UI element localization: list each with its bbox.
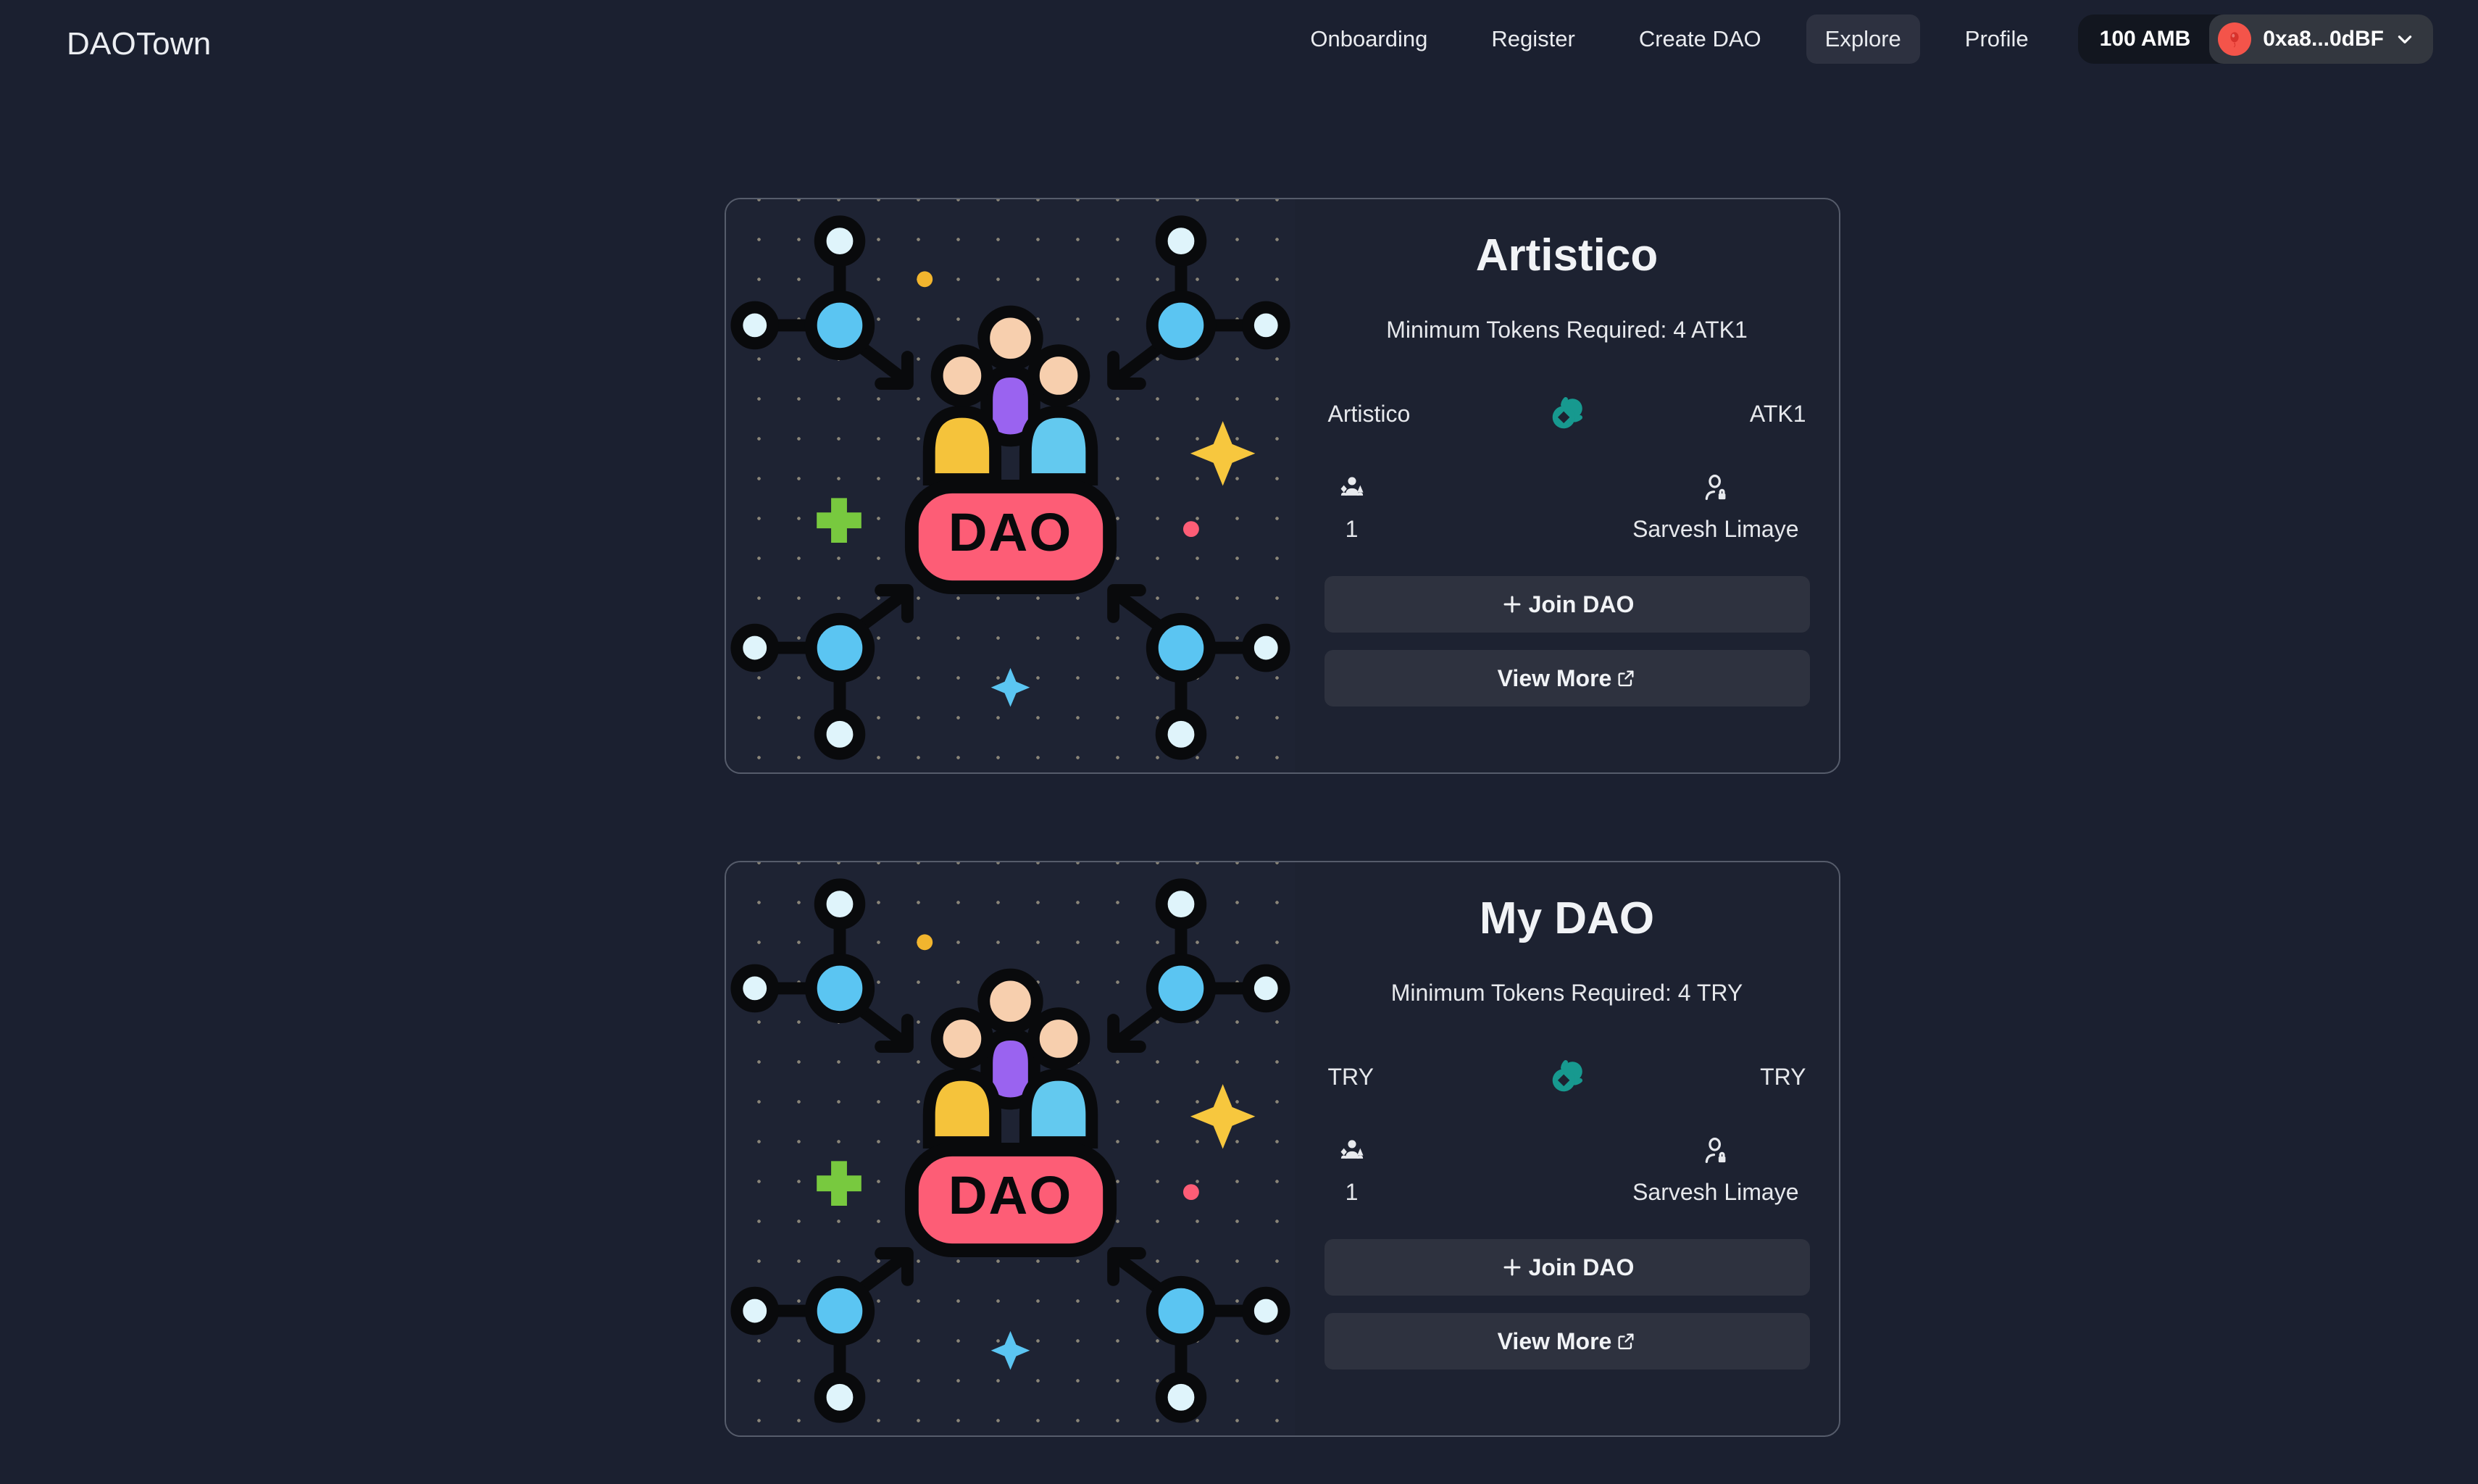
dao-token-name: Artistico — [1327, 400, 1411, 427]
coins-icon — [1546, 1056, 1588, 1098]
dao-min-tokens: Minimum Tokens Required: 4 TRY — [1390, 980, 1743, 1006]
dao-owner-stat: Sarvesh Limaye — [1632, 472, 1799, 543]
dao-card[interactable]: DAO My DAO Minimum Tokens Required: 4 TR… — [725, 861, 1840, 1437]
users-group-icon — [1335, 472, 1369, 506]
dao-owner-stat: Sarvesh Limaye — [1632, 1135, 1799, 1206]
dao-token-row: TRY TRY — [1328, 1056, 1806, 1098]
dao-title: My DAO — [1479, 893, 1655, 943]
dao-card-body: My DAO Minimum Tokens Required: 4 TRY TR… — [1295, 862, 1839, 1435]
plus-icon — [1500, 592, 1524, 617]
join-dao-label: Join DAO — [1528, 1254, 1635, 1280]
person-lock-icon — [1699, 1135, 1732, 1169]
dao-card-body: Artistico Minimum Tokens Required: 4 ATK… — [1295, 199, 1839, 772]
dao-card-actions: Join DAO View More — [1324, 1239, 1810, 1370]
users-group-icon — [1335, 1135, 1369, 1169]
dao-token-row: Artistico ATK1 — [1328, 393, 1806, 435]
view-more-button[interactable]: View More — [1324, 1313, 1810, 1370]
dao-card-actions: Join DAO View More — [1324, 576, 1810, 707]
join-dao-button[interactable]: Join DAO — [1324, 576, 1810, 633]
dao-token-symbol: ATK1 — [1749, 400, 1806, 427]
person-lock-icon — [1699, 472, 1732, 506]
dao-stats-row: 1 Sarvesh Limaye — [1335, 1135, 1799, 1206]
svg-text:DAO: DAO — [948, 1165, 1073, 1225]
dao-members-count: 1 — [1345, 1179, 1359, 1206]
coins-icon — [1546, 393, 1588, 435]
join-dao-label: Join DAO — [1528, 591, 1635, 617]
plus-icon — [1500, 1255, 1524, 1280]
view-more-button[interactable]: View More — [1324, 650, 1810, 707]
dao-network-illustration: DAO — [726, 862, 1295, 1435]
dao-owner-name: Sarvesh Limaye — [1632, 516, 1799, 543]
svg-text:DAO: DAO — [948, 502, 1073, 562]
join-dao-button[interactable]: Join DAO — [1324, 1239, 1810, 1296]
dao-cards-list: DAO Artistico Minimum Tokens Required: 4… — [0, 0, 2478, 1484]
view-more-label: View More — [1497, 1327, 1612, 1354]
dao-min-tokens: Minimum Tokens Required: 4 ATK1 — [1386, 317, 1748, 343]
dao-token-symbol: TRY — [1760, 1063, 1806, 1090]
external-link-icon — [1616, 1331, 1636, 1351]
dao-network-illustration: DAO — [726, 199, 1295, 772]
dao-members-count: 1 — [1345, 516, 1359, 543]
external-link-icon — [1616, 668, 1636, 688]
dao-stats-row: 1 Sarvesh Limaye — [1335, 472, 1799, 543]
dao-owner-name: Sarvesh Limaye — [1632, 1179, 1799, 1206]
dao-members-stat: 1 — [1335, 1135, 1369, 1206]
dao-title: Artistico — [1475, 230, 1659, 280]
view-more-label: View More — [1497, 664, 1612, 691]
dao-token-name: TRY — [1327, 1063, 1374, 1090]
dao-members-stat: 1 — [1335, 472, 1369, 543]
dao-card[interactable]: DAO Artistico Minimum Tokens Required: 4… — [725, 198, 1840, 774]
